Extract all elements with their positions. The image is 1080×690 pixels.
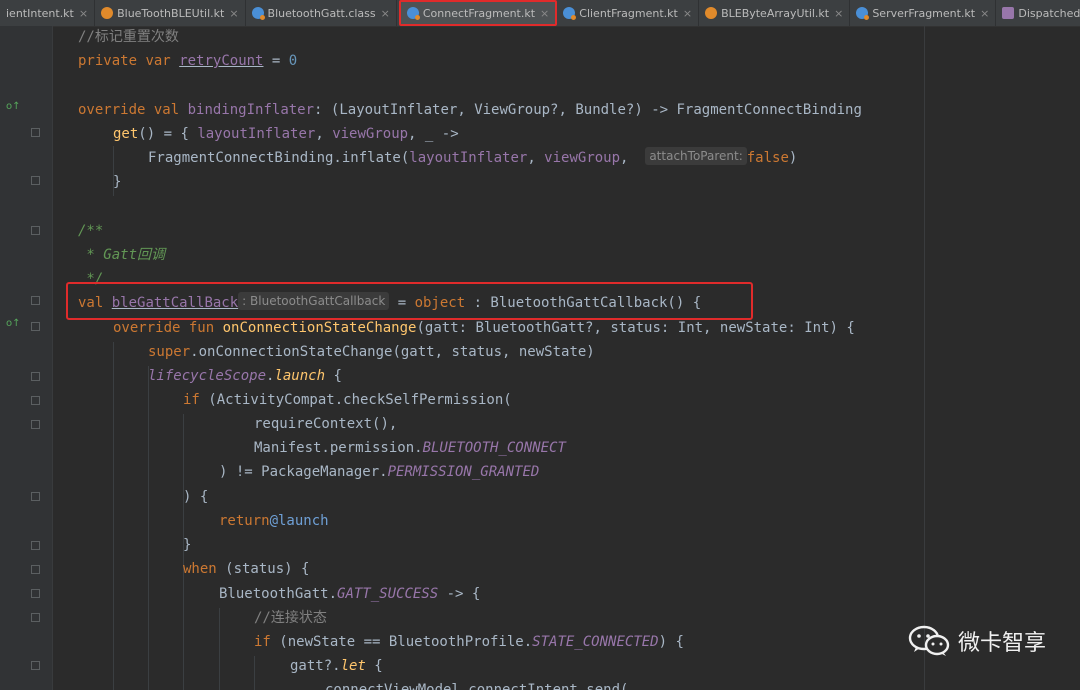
fold-toggle-icon[interactable]: [31, 589, 40, 598]
close-icon[interactable]: ×: [834, 7, 843, 20]
close-icon[interactable]: ×: [683, 7, 692, 20]
code-line: ) != PackageManager.PERMISSION_GRANTED: [219, 464, 540, 480]
code-line: when (status) {: [183, 561, 310, 577]
class-file-icon: [1002, 7, 1015, 19]
close-icon[interactable]: ×: [540, 7, 549, 20]
fold-toggle-icon[interactable]: [31, 492, 40, 501]
code-line: lifecycleScope.launch {: [148, 368, 342, 384]
kotlin-class-icon: [406, 7, 420, 20]
code-line: }: [183, 537, 192, 553]
kotlin-class-icon: [856, 7, 870, 20]
code-line: requireContext(),: [254, 416, 398, 432]
override-marker-icon[interactable]: o↑: [6, 318, 21, 329]
indent-guide: [113, 342, 114, 690]
kotlin-file-icon: [101, 7, 114, 19]
watermark: 微卡智享: [908, 624, 1046, 658]
code-line: FragmentConnectBinding.inflate(layoutInf…: [148, 147, 798, 166]
wechat-logo-icon: [908, 625, 950, 656]
code-line: gatt?.let {: [290, 658, 383, 674]
code-line: //连接状态: [254, 610, 327, 626]
override-marker-icon[interactable]: o↑: [6, 101, 21, 112]
tab-connect-fragment[interactable]: ConnectFragment.kt ×: [398, 0, 558, 26]
tab-label: DispatchedContinuationKt.class: [1018, 6, 1080, 20]
parameter-hint: attachToParent:: [645, 147, 747, 165]
class-file-icon: [251, 7, 265, 20]
tab-label: BlueToothBLEUtil.kt: [117, 6, 225, 20]
tab-ble-byte-array-util[interactable]: BLEByteArrayUtil.kt ×: [699, 0, 851, 26]
code-line: if (ActivityCompat.checkSelfPermission(: [183, 392, 512, 408]
code-line: BluetoothGatt.GATT_SUCCESS -> {: [219, 586, 481, 602]
tab-label: ServerFragment.kt: [872, 6, 976, 20]
code-line: connectViewModel.connectIntent.send(: [325, 682, 629, 690]
fold-toggle-icon[interactable]: [31, 420, 40, 429]
code-line: }: [113, 174, 122, 190]
close-icon[interactable]: ×: [79, 7, 88, 20]
tab-server-fragment[interactable]: ServerFragment.kt ×: [850, 0, 997, 26]
code-line: //标记重置次数: [78, 29, 179, 45]
close-icon[interactable]: ×: [381, 7, 390, 20]
code-line: * Gatt回调: [78, 247, 166, 263]
fold-toggle-icon[interactable]: [31, 613, 40, 622]
indent-guide: [219, 608, 220, 690]
tab-label: ClientFragment.kt: [579, 6, 678, 20]
fold-toggle-icon[interactable]: [31, 176, 40, 185]
tab-bluetooth-ble-util[interactable]: BlueToothBLEUtil.kt ×: [95, 0, 246, 26]
code-line: /**: [78, 223, 104, 239]
kotlin-class-icon: [563, 7, 577, 20]
code-line-highlighted: val bleGattCallBack: BluetoothGattCallba…: [78, 292, 702, 311]
fold-toggle-icon[interactable]: [31, 541, 40, 550]
tab-dispatched-continuation[interactable]: DispatchedContinuationKt.class ×: [996, 0, 1080, 26]
tab-bluetooth-gatt-class[interactable]: BluetoothGatt.class ×: [246, 0, 397, 26]
fold-toggle-icon[interactable]: [31, 565, 40, 574]
code-line: return@launch: [219, 513, 329, 529]
ide-window: ientIntent.kt × BlueToothBLEUtil.kt × Bl…: [0, 0, 1080, 690]
close-icon[interactable]: ×: [980, 7, 989, 20]
code-line: */: [78, 271, 104, 287]
tab-label: ientIntent.kt: [6, 6, 74, 20]
tab-label: BluetoothGatt.class: [267, 6, 376, 20]
tab-label: ConnectFragment.kt: [422, 6, 536, 20]
fold-toggle-icon[interactable]: [31, 128, 40, 137]
code-editor[interactable]: //标记重置次数 private var retryCount = 0 over…: [53, 26, 1080, 690]
close-icon[interactable]: ×: [229, 7, 238, 20]
kotlin-file-icon: [705, 7, 718, 19]
indent-guide: [254, 656, 255, 690]
code-line: override val bindingInflater: (LayoutInf…: [78, 102, 862, 118]
tab-client-fragment[interactable]: ClientFragment.kt ×: [557, 0, 700, 26]
indent-guide: [148, 366, 149, 690]
editor-tab-bar: ientIntent.kt × BlueToothBLEUtil.kt × Bl…: [0, 0, 1080, 27]
code-line: ) {: [183, 489, 209, 505]
code-line: Manifest.permission.BLUETOOTH_CONNECT: [254, 440, 566, 456]
fold-toggle-icon[interactable]: [31, 396, 40, 405]
type-hint: : BluetoothGattCallback: [238, 292, 390, 310]
code-line: if (newState == BluetoothProfile.STATE_C…: [254, 634, 684, 650]
watermark-text: 微卡智享: [957, 631, 1046, 656]
code-line: override fun onConnectionStateChange(gat…: [113, 320, 855, 336]
fold-toggle-icon[interactable]: [31, 322, 40, 331]
tab-label: BLEByteArrayUtil.kt: [721, 6, 830, 20]
fold-toggle-icon[interactable]: [31, 296, 40, 305]
fold-toggle-icon[interactable]: [31, 661, 40, 670]
code-line: private var retryCount = 0: [78, 53, 298, 69]
editor-gutter: o↑ o↑: [0, 26, 53, 690]
code-line: get() = { layoutInflater, viewGroup, _ -…: [113, 126, 459, 142]
fold-toggle-icon[interactable]: [31, 226, 40, 235]
tab-client-intent[interactable]: ientIntent.kt ×: [0, 0, 96, 26]
fold-toggle-icon[interactable]: [31, 372, 40, 381]
code-line: super.onConnectionStateChange(gatt, stat…: [148, 344, 595, 360]
